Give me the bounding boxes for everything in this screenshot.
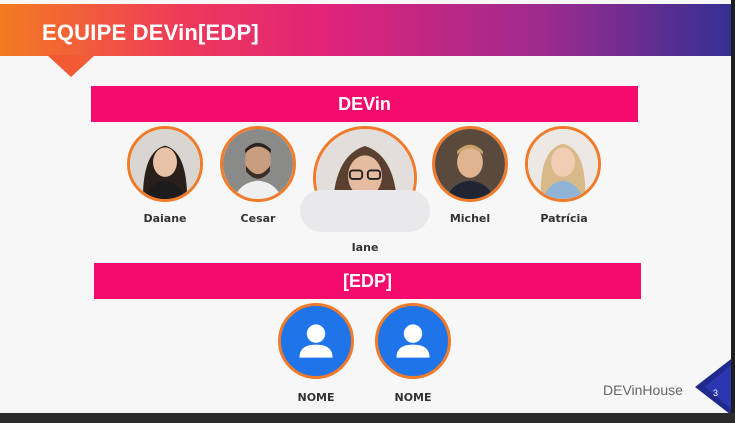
window-bottom-edge (0, 413, 735, 423)
edp-section-band: [EDP] (94, 263, 641, 299)
brand-label: DEVinHouse (603, 382, 683, 398)
slide-header: EQUIPE DEVin[EDP] (0, 4, 731, 56)
avatar-michel (432, 126, 508, 202)
member-name-daiane: Daiane (143, 212, 187, 225)
page-number: 3 (713, 388, 719, 398)
window-edge (731, 0, 735, 423)
devin-section-band: DEVin (91, 86, 638, 122)
member-name-michel: Michel (449, 212, 491, 225)
header-notch (47, 55, 95, 77)
placeholder-shape (300, 190, 430, 232)
person-photo-icon (130, 129, 200, 199)
avatar-cesar (220, 126, 296, 202)
member-name-patricia: Patrícia (540, 212, 588, 225)
member-name-iane: Iane (351, 241, 379, 254)
edp-member-avatar-2 (375, 303, 451, 379)
slide-title: EQUIPE DEVin[EDP] (42, 20, 259, 45)
person-photo-icon (223, 129, 293, 199)
avatar-patricia (525, 126, 601, 202)
user-icon (299, 324, 333, 358)
avatar-daiane (127, 126, 203, 202)
slide: EQUIPE DEVin[EDP] DEVin Daiane Cesar Ian… (0, 0, 731, 413)
member-name-cesar: Cesar (240, 212, 276, 225)
person-photo-icon (528, 129, 598, 199)
edp-member-avatar-1 (278, 303, 354, 379)
person-photo-icon (435, 129, 505, 199)
edp-member-name-1: NOME (297, 391, 335, 404)
edp-member-name-2: NOME (394, 391, 432, 404)
corner-decoration (695, 356, 735, 418)
user-icon (396, 324, 430, 358)
